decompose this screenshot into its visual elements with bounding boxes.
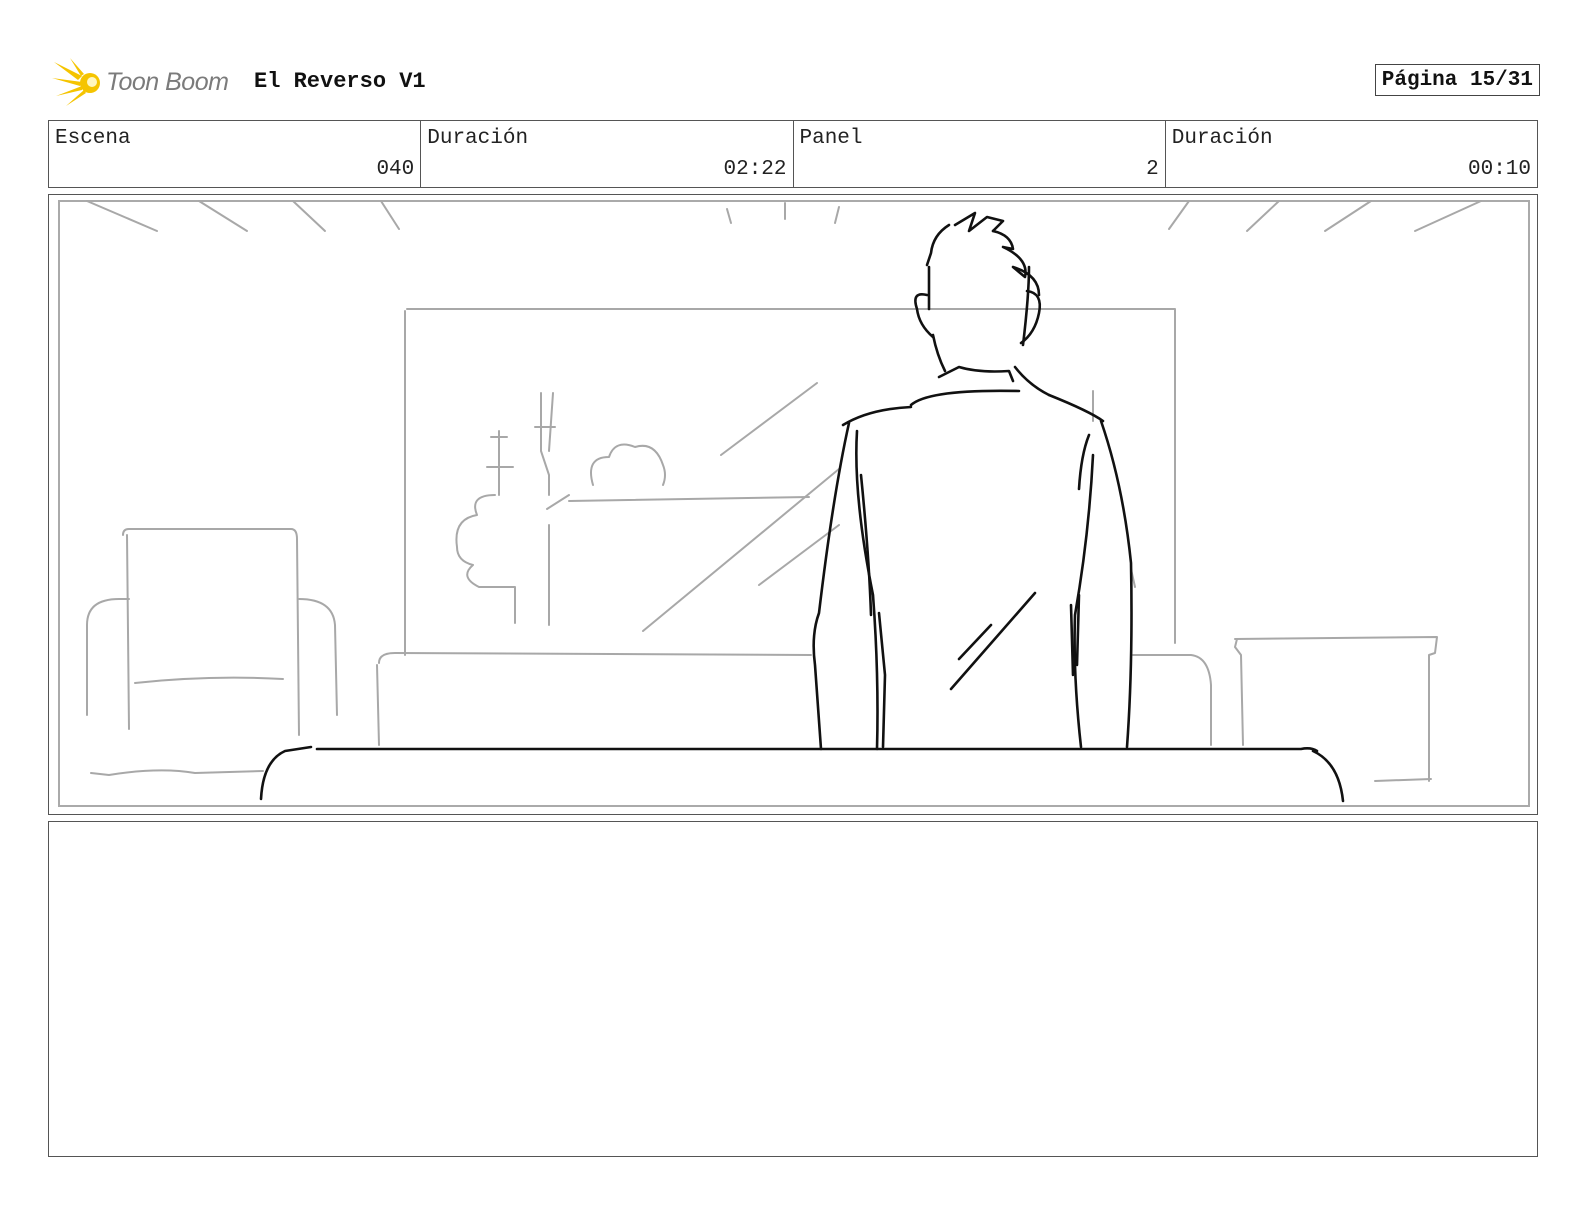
panel-value: 2 bbox=[1146, 158, 1159, 181]
scene-label: Escena bbox=[55, 127, 131, 150]
panel-duration-cell: Duración 00:10 bbox=[1166, 121, 1537, 187]
page-number: Página 15/31 bbox=[1374, 64, 1540, 96]
storyboard-panel bbox=[48, 194, 1538, 815]
scene-cell: Escena 040 bbox=[49, 121, 422, 187]
scene-duration-value: 02:22 bbox=[723, 158, 787, 181]
storyboard-sketch-image bbox=[58, 200, 1530, 807]
logo-text: Toon Boom bbox=[106, 68, 229, 96]
scene-duration-cell: Duración 02:22 bbox=[421, 121, 794, 187]
panel-cell: Panel 2 bbox=[794, 121, 1166, 187]
panel-duration-label: Duración bbox=[1171, 127, 1273, 150]
toon-boom-logo: Toon Boom bbox=[52, 58, 238, 108]
scene-duration-label: Duración bbox=[427, 127, 529, 150]
header: Toon Boom El Reverso V1 Página 15/31 bbox=[50, 56, 1540, 108]
project-title: El Reverso V1 bbox=[254, 69, 426, 94]
panel-duration-value: 00:10 bbox=[1467, 158, 1531, 181]
sun-burst-icon bbox=[52, 58, 100, 106]
panel-label: Panel bbox=[799, 127, 863, 150]
scene-info-table: Escena 040 Duración 02:22 Panel 2 Duraci… bbox=[48, 120, 1538, 188]
notes-area bbox=[48, 821, 1538, 1157]
scene-value: 040 bbox=[376, 158, 415, 181]
